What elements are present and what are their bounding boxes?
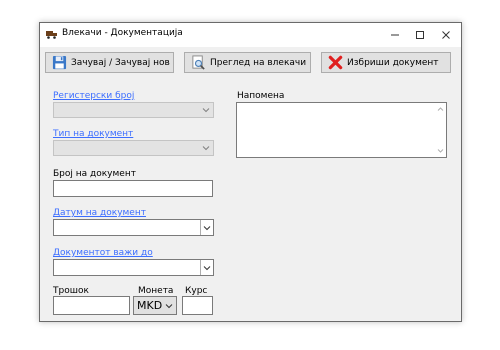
- preview-button-label: Преглед на влекачи: [210, 57, 307, 68]
- delete-x-icon: [328, 55, 343, 70]
- valid-until-dropdown-button[interactable]: [200, 260, 213, 275]
- truck-icon: [46, 31, 57, 39]
- scroll-up-icon[interactable]: [437, 106, 444, 112]
- chevron-down-icon: [202, 146, 210, 151]
- chevron-down-icon: [202, 108, 210, 113]
- doc-date-picker[interactable]: [53, 219, 214, 236]
- save-button[interactable]: Зачувај / Зачувај нов: [45, 52, 174, 73]
- close-icon: [442, 31, 450, 39]
- currency-value: MKD: [137, 299, 163, 312]
- doc-number-label: Број на документ: [53, 169, 136, 179]
- chevron-down-icon: [165, 304, 173, 309]
- minimize-icon: [391, 34, 399, 36]
- cost-label: Трошок: [53, 286, 89, 296]
- maximize-button[interactable]: [407, 23, 433, 47]
- chevron-down-icon: [203, 266, 211, 271]
- rate-label: Курс: [185, 286, 208, 296]
- rate-field[interactable]: [182, 296, 213, 315]
- maximize-icon: [416, 31, 424, 39]
- preview-button[interactable]: Преглед на влекачи: [184, 52, 311, 73]
- delete-button-label: Избриши документ: [347, 57, 439, 68]
- close-button[interactable]: [433, 23, 459, 47]
- valid-until-picker[interactable]: [53, 259, 214, 276]
- scroll-down-icon[interactable]: [437, 148, 444, 154]
- chevron-down-icon: [203, 226, 211, 231]
- registration-label: Регистерски број: [53, 91, 135, 101]
- app-window: Влекачи - Документација Зачувај / Зачува…: [39, 22, 462, 322]
- title-bar: Влекачи - Документација: [40, 23, 461, 47]
- note-label: Напомена: [237, 91, 285, 101]
- delete-document-button[interactable]: Избриши документ: [321, 52, 451, 73]
- window-title: Влекачи - Документација: [62, 28, 183, 38]
- cost-field[interactable]: [53, 296, 130, 315]
- minimize-button[interactable]: [382, 23, 408, 47]
- doc-type-combo[interactable]: [53, 140, 214, 156]
- floppy-disk-icon: [52, 55, 67, 70]
- doc-number-field[interactable]: [53, 180, 213, 197]
- currency-label: Монета: [138, 286, 174, 296]
- currency-select[interactable]: MKD: [133, 296, 177, 315]
- date-dropdown-button[interactable]: [200, 220, 213, 235]
- doc-type-label: Тип на документ: [53, 129, 134, 139]
- magnifier-document-icon: [192, 55, 205, 70]
- note-textarea[interactable]: [236, 102, 447, 158]
- registration-combo[interactable]: [53, 102, 214, 118]
- save-button-label: Зачувај / Зачувај нов: [71, 57, 170, 68]
- doc-date-label: Датум на документ: [53, 208, 146, 218]
- valid-until-label: Документот важи до: [53, 248, 153, 258]
